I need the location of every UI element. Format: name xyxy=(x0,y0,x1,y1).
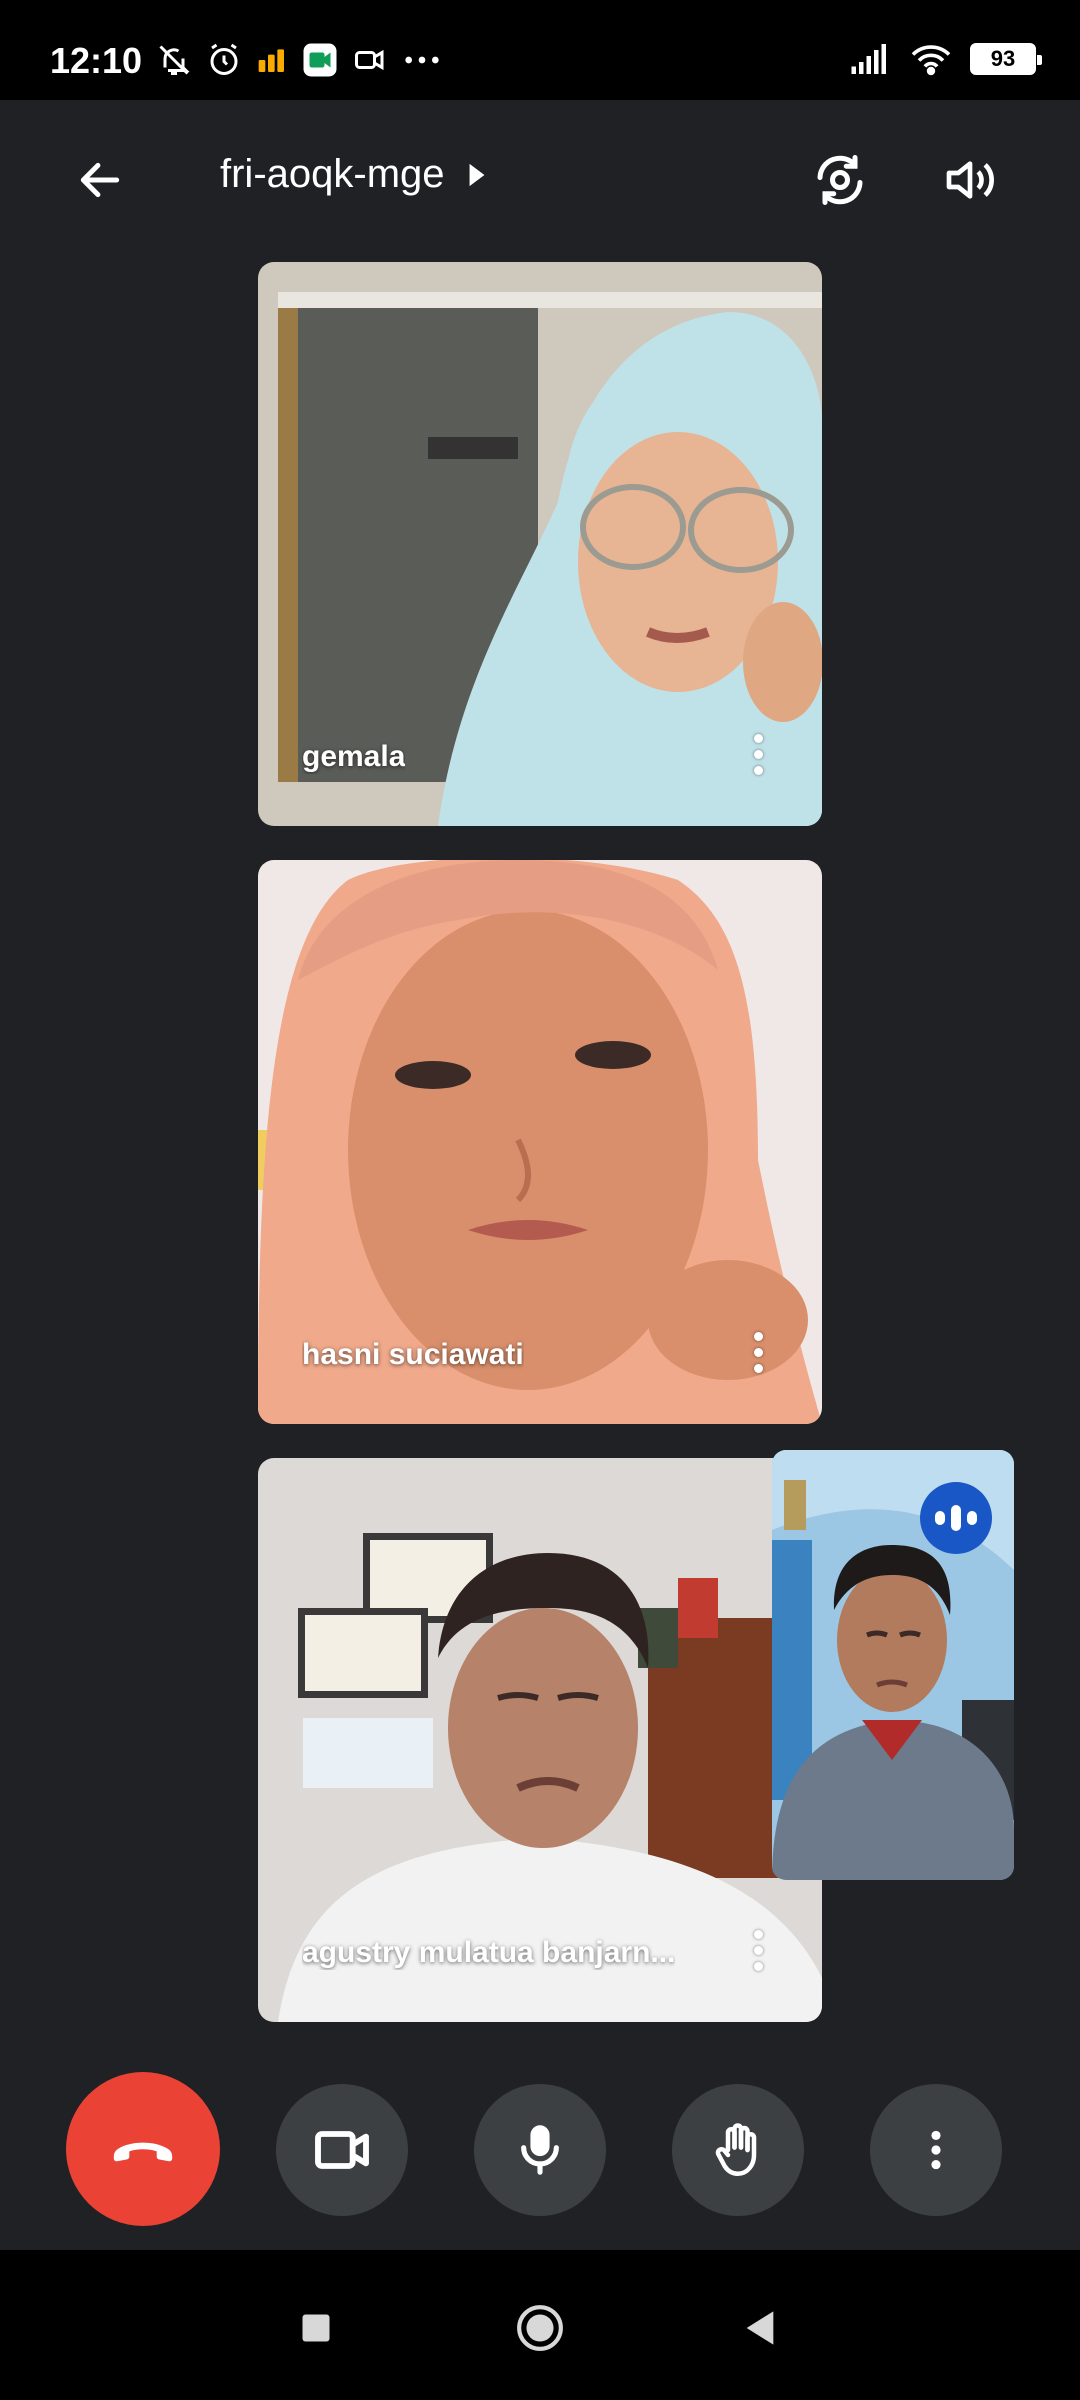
caret-right-icon xyxy=(469,163,484,186)
participant-name: agustry mulatua banjarn... xyxy=(302,1936,676,1969)
switch-camera-button[interactable] xyxy=(800,145,880,215)
home-button[interactable] xyxy=(500,2288,580,2368)
more-vert-icon xyxy=(931,2130,941,2170)
alarm-icon xyxy=(210,43,238,75)
camera-toggle-button[interactable] xyxy=(276,2084,408,2216)
participant-tile[interactable]: agustry mulatua banjarn... xyxy=(258,1458,822,2022)
audio-output-button[interactable] xyxy=(930,145,1010,215)
participant-options-button[interactable] xyxy=(738,1920,778,1980)
square-recents-icon xyxy=(302,2314,330,2342)
system-navigation-bar xyxy=(0,2250,1080,2400)
raise-hand-button[interactable] xyxy=(672,2084,804,2216)
meet-app-icon xyxy=(303,43,337,77)
status-time: 12:10 xyxy=(50,40,143,81)
self-view-tile[interactable] xyxy=(772,1450,1014,1880)
participant-tile[interactable]: hasni suciawati xyxy=(258,860,822,1424)
wifi-icon xyxy=(911,45,951,76)
battery-icon: 93 xyxy=(970,43,1042,75)
data-icon xyxy=(258,49,284,72)
speaking-indicator-icon xyxy=(920,1482,992,1554)
more-notifications-icon xyxy=(405,56,439,64)
volume-icon xyxy=(946,161,994,199)
microphone-toggle-button[interactable] xyxy=(474,2084,606,2216)
circle-home-icon xyxy=(517,2305,563,2351)
call-controls xyxy=(0,2030,1080,2230)
video-camera-icon xyxy=(315,2131,369,2169)
end-call-button[interactable] xyxy=(66,2072,220,2226)
more-options-button[interactable] xyxy=(870,2084,1002,2216)
notification-icons xyxy=(156,42,442,78)
signal-icon xyxy=(851,44,886,74)
raise-hand-icon xyxy=(715,2123,757,2176)
back-nav-button[interactable] xyxy=(720,2288,800,2368)
triangle-back-icon xyxy=(746,2311,774,2345)
status-bar: 12:10 93 xyxy=(0,0,1080,100)
arrow-back-icon xyxy=(80,162,120,198)
switch-camera-icon xyxy=(817,155,863,205)
meeting-code: fri-aoqk-mge xyxy=(220,152,445,196)
recents-button[interactable] xyxy=(276,2288,356,2368)
back-button[interactable] xyxy=(60,145,140,215)
camera-icon xyxy=(355,49,384,71)
participant-name: gemala xyxy=(302,740,406,773)
meeting-top-bar: fri-aoqk-mge xyxy=(0,100,1080,260)
participant-tile[interactable]: gemala xyxy=(258,262,822,826)
phone-hangup-icon xyxy=(113,2142,173,2162)
participant-name: hasni suciawati xyxy=(302,1338,524,1371)
system-icons: 93 xyxy=(850,42,1042,76)
mute-icon xyxy=(159,45,190,75)
microphone-icon xyxy=(521,2125,559,2175)
participant-options-button[interactable] xyxy=(738,1322,778,1382)
meeting-info-button[interactable]: fri-aoqk-mge xyxy=(220,152,487,197)
participant-options-button[interactable] xyxy=(738,724,778,784)
